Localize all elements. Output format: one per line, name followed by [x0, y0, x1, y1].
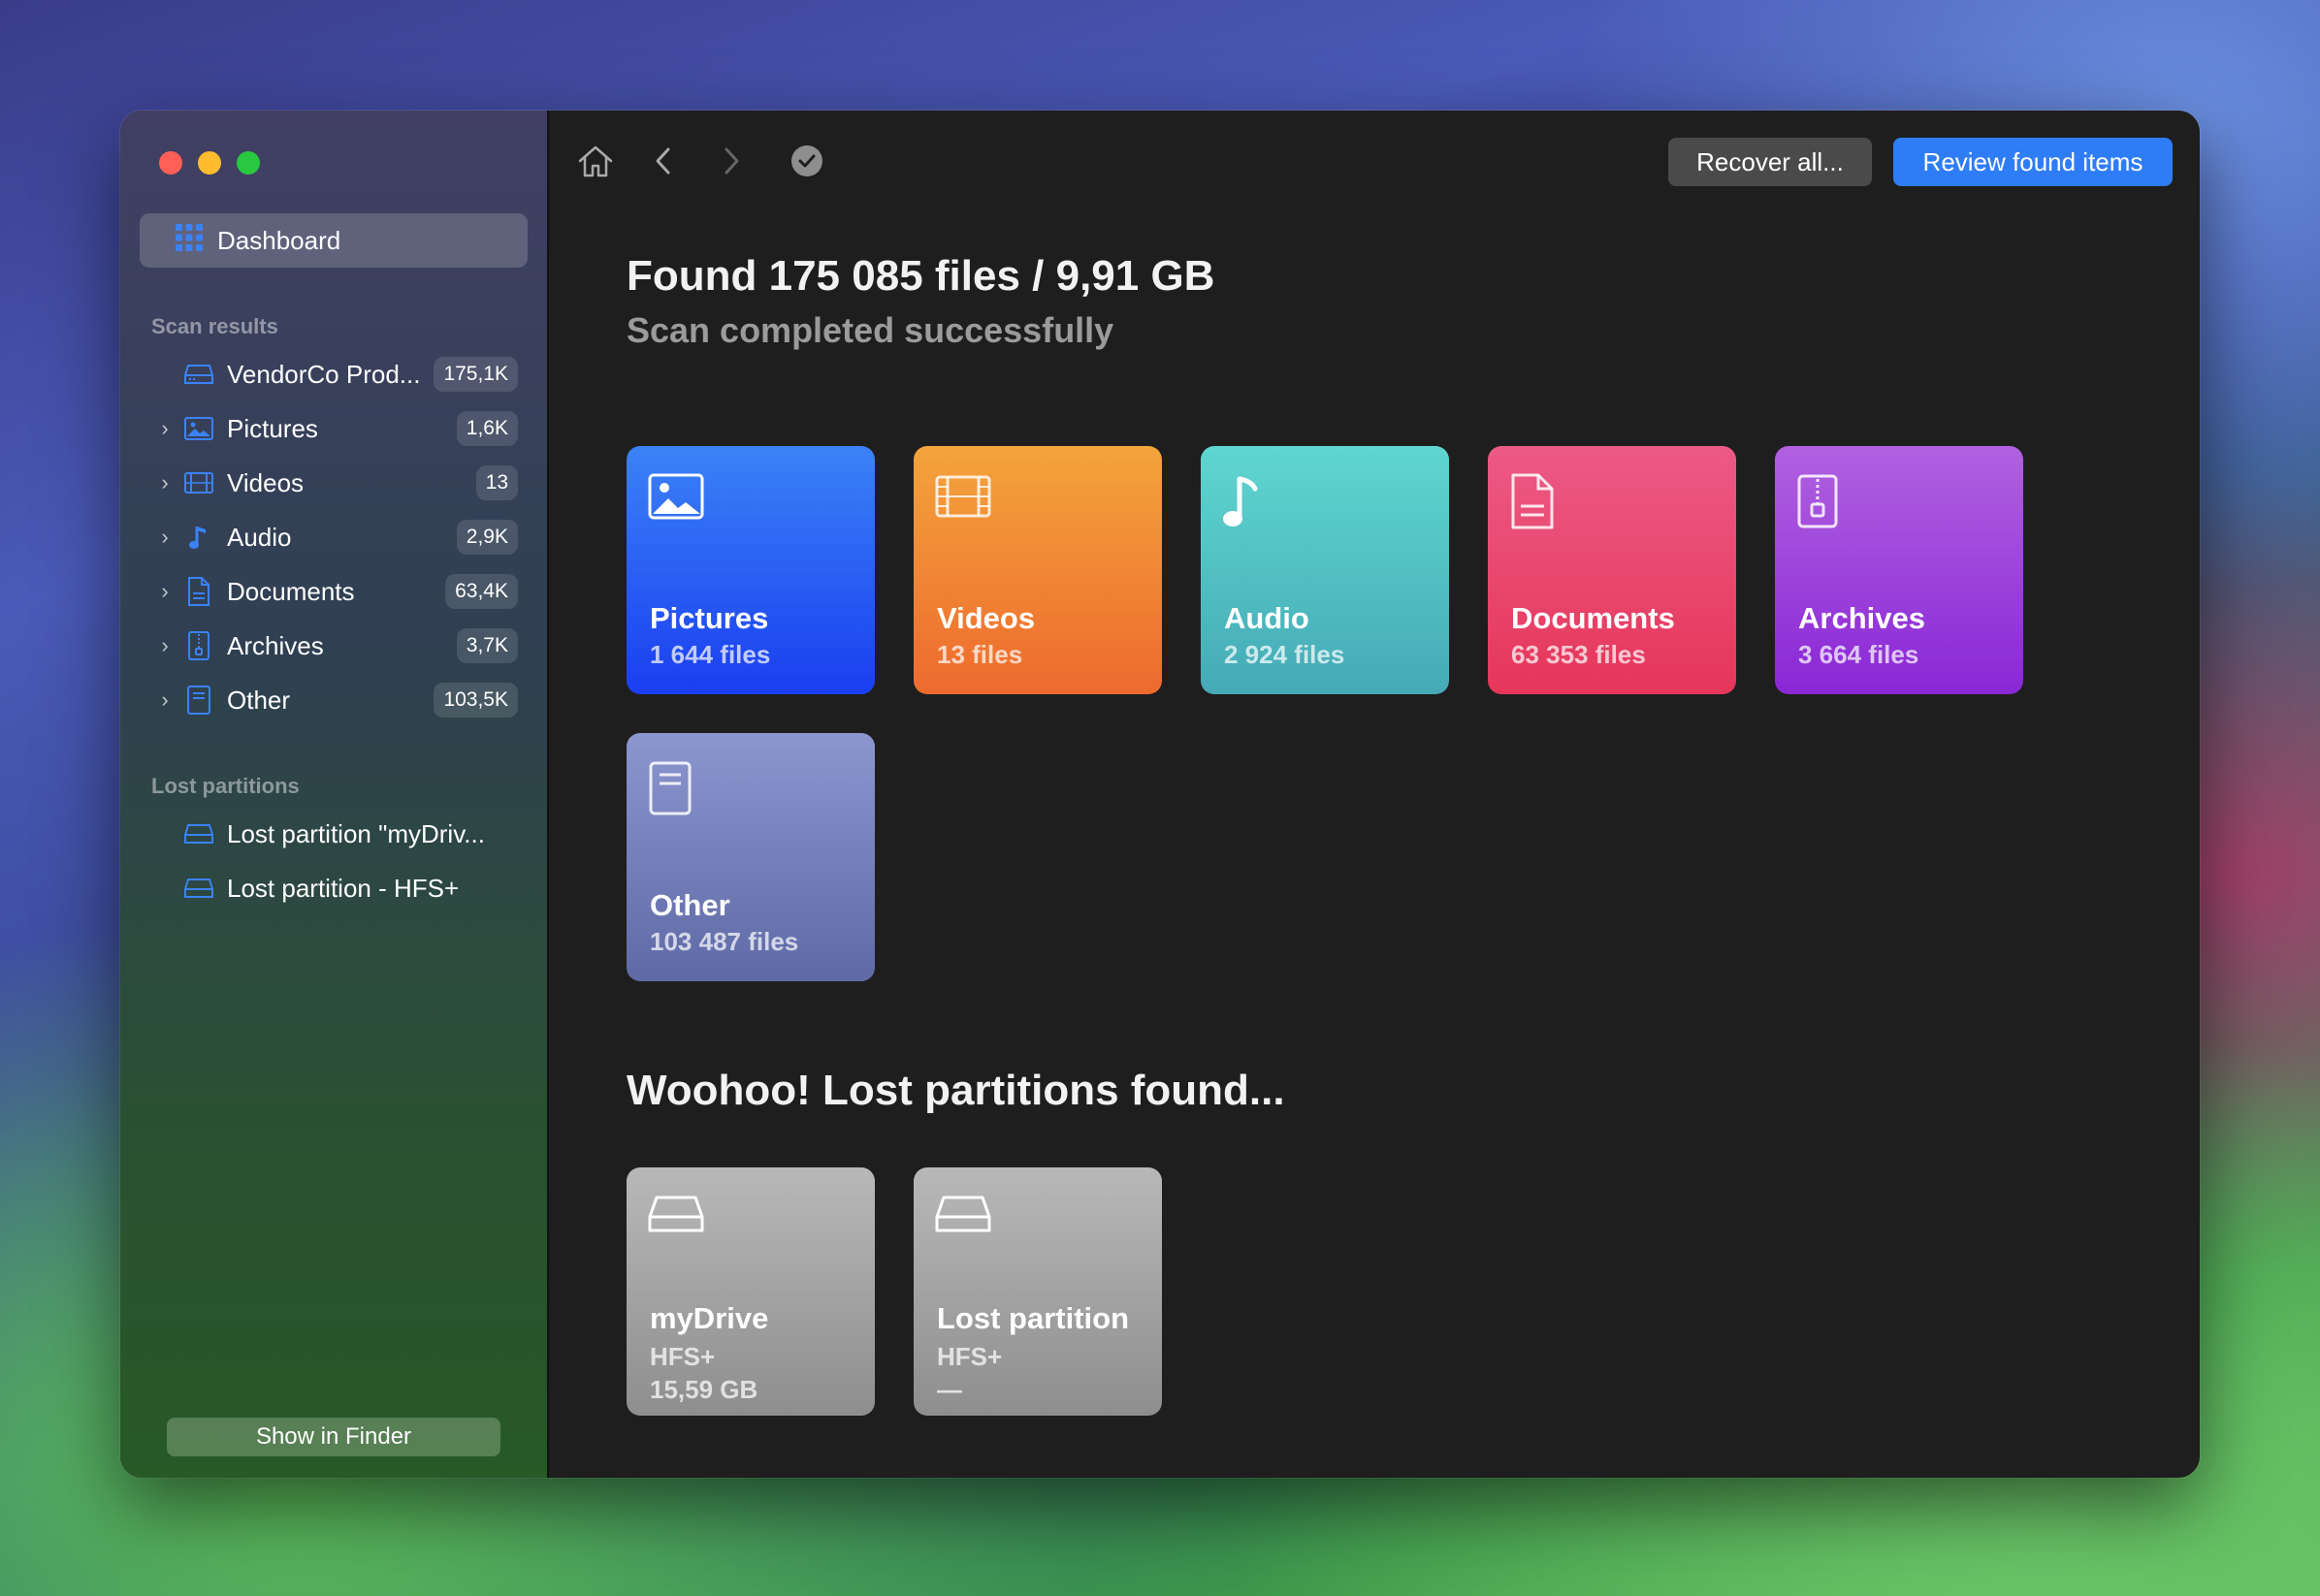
category-name: Audio — [1224, 601, 1309, 635]
chevron-right-icon[interactable]: › — [151, 416, 178, 441]
category-card-archives[interactable]: Archives 3 664 files — [1775, 446, 2023, 694]
drive-icon — [184, 360, 213, 389]
category-name: Pictures — [650, 601, 769, 635]
minimize-window-button[interactable] — [198, 151, 221, 175]
sidebar-item-label: Dashboard — [217, 225, 341, 255]
category-count: 13 files — [937, 640, 1023, 669]
category-name: Archives — [1798, 601, 1925, 635]
sidebar-item-drive[interactable]: VendorCo Prod... 175,1K — [140, 351, 528, 398]
drive-icon — [184, 874, 213, 903]
partition-size: — — [937, 1375, 962, 1404]
document-icon — [1509, 473, 1567, 531]
category-card-documents[interactable]: Documents 63 353 files — [1488, 446, 1736, 694]
count-badge: 103,5K — [434, 683, 518, 718]
sidebar: Dashboard Scan results VendorCo Prod... … — [120, 111, 549, 1478]
sidebar-item-lost-partition-1[interactable]: Lost partition "myDriv... — [140, 811, 528, 857]
category-count: 3 664 files — [1798, 640, 1919, 669]
archive-icon — [184, 631, 213, 660]
checkmark-icon[interactable] — [786, 140, 828, 182]
drive-icon — [648, 1195, 706, 1253]
film-icon — [935, 473, 993, 531]
category-name: Documents — [1511, 601, 1675, 635]
category-count: 63 353 files — [1511, 640, 1646, 669]
other-file-icon — [184, 686, 213, 715]
recover-all-button[interactable]: Recover all... — [1668, 138, 1872, 186]
category-card-pictures[interactable]: Pictures 1 644 files — [627, 446, 875, 694]
archive-icon — [1796, 473, 1854, 531]
sidebar-item-label: Other — [227, 685, 291, 715]
close-window-button[interactable] — [159, 151, 182, 175]
sidebar-item-lost-partition-2[interactable]: Lost partition - HFS+ — [140, 865, 528, 911]
back-icon[interactable] — [642, 140, 685, 182]
sidebar-item-label: Audio — [227, 522, 292, 552]
partition-size: 15,59 GB — [650, 1375, 758, 1404]
document-icon — [184, 577, 213, 606]
category-name: Other — [650, 888, 730, 922]
count-badge: 1,6K — [456, 411, 518, 446]
window-controls — [159, 151, 260, 175]
sidebar-item-archives[interactable]: › Archives 3,7K — [140, 622, 528, 669]
home-icon[interactable] — [574, 140, 617, 182]
main-panel: Recover all... Review found items Found … — [549, 111, 2200, 1478]
count-badge: 13 — [475, 465, 518, 500]
sidebar-item-label: VendorCo Prod... — [227, 359, 421, 389]
page-title: Found 175 085 files / 9,91 GB — [627, 252, 1215, 300]
music-note-icon — [184, 523, 213, 552]
show-in-finder-button[interactable]: Show in Finder — [167, 1418, 500, 1456]
chevron-right-icon[interactable]: › — [151, 687, 178, 713]
picture-icon — [648, 473, 706, 531]
chevron-right-icon[interactable]: › — [151, 633, 178, 658]
review-found-items-button[interactable]: Review found items — [1893, 138, 2173, 186]
sidebar-item-label: Videos — [227, 467, 305, 497]
sidebar-item-videos[interactable]: › Videos 13 — [140, 460, 528, 506]
chevron-right-icon[interactable]: › — [151, 470, 178, 495]
category-count: 2 924 files — [1224, 640, 1345, 669]
picture-icon — [184, 414, 213, 443]
music-note-icon — [1222, 473, 1280, 531]
count-badge: 175,1K — [434, 357, 518, 392]
sidebar-item-label: Archives — [227, 630, 324, 660]
partition-card-lost-partition[interactable]: Lost partition HFS+ — — [914, 1167, 1162, 1416]
category-name: Videos — [937, 601, 1036, 635]
grid-icon — [175, 223, 204, 259]
scan-results-heading: Scan results — [151, 314, 278, 338]
drive-icon — [935, 1195, 993, 1253]
page-subtitle: Scan completed successfully — [627, 310, 1114, 350]
sidebar-item-label: Lost partition - HFS+ — [227, 873, 460, 903]
partition-filesystem: HFS+ — [937, 1342, 1003, 1371]
lost-partitions-heading: Lost partitions — [151, 774, 300, 798]
partition-card-mydrive[interactable]: myDrive HFS+ 15,59 GB — [627, 1167, 875, 1416]
drive-icon — [184, 819, 213, 848]
sidebar-item-pictures[interactable]: › Pictures 1,6K — [140, 405, 528, 452]
forward-icon[interactable] — [710, 140, 753, 182]
partition-name: Lost partition — [937, 1301, 1130, 1335]
maximize-window-button[interactable] — [237, 151, 260, 175]
category-card-videos[interactable]: Videos 13 files — [914, 446, 1162, 694]
sidebar-item-label: Lost partition "myDriv... — [227, 818, 485, 848]
partition-filesystem: HFS+ — [650, 1342, 716, 1371]
chevron-right-icon[interactable]: › — [151, 579, 178, 604]
count-badge: 2,9K — [456, 520, 518, 555]
sidebar-item-label: Pictures — [227, 413, 318, 443]
sidebar-item-documents[interactable]: › Documents 63,4K — [140, 568, 528, 615]
category-card-other[interactable]: Other 103 487 files — [627, 733, 875, 981]
sidebar-item-dashboard[interactable]: Dashboard — [140, 213, 528, 268]
sidebar-item-other[interactable]: › Other 103,5K — [140, 677, 528, 723]
count-badge: 63,4K — [445, 574, 518, 609]
partition-name: myDrive — [650, 1301, 769, 1335]
sidebar-item-label: Documents — [227, 576, 355, 606]
category-card-audio[interactable]: Audio 2 924 files — [1201, 446, 1449, 694]
other-file-icon — [648, 760, 706, 818]
partitions-heading: Woohoo! Lost partitions found... — [627, 1067, 1285, 1114]
chevron-right-icon[interactable]: › — [151, 525, 178, 550]
category-count: 103 487 files — [650, 927, 799, 956]
category-count: 1 644 files — [650, 640, 771, 669]
film-icon — [184, 468, 213, 497]
app-window: Dashboard Scan results VendorCo Prod... … — [120, 111, 2200, 1478]
count-badge: 3,7K — [456, 628, 518, 663]
sidebar-item-audio[interactable]: › Audio 2,9K — [140, 514, 528, 560]
